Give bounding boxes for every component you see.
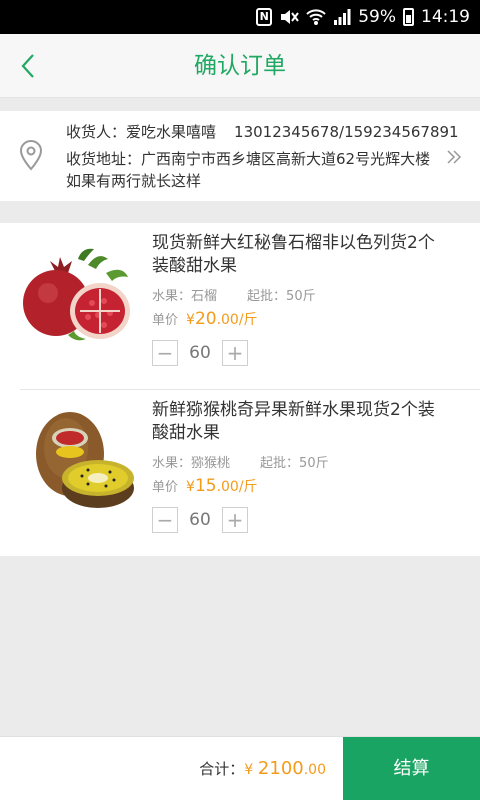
batch-label: 起批： — [260, 456, 300, 471]
pomegranate-image — [18, 245, 136, 345]
currency-symbol: ¥ — [186, 479, 195, 495]
unit-price: 单价 ¥15.00/斤 — [152, 476, 258, 496]
battery-icon — [403, 8, 414, 26]
quantity-stepper: − 60 + — [152, 507, 248, 533]
address-line: 收货地址：广西南宁市西乡塘区高新大道62号光辉大楼如果有两行就长这样 — [66, 148, 442, 192]
quantity-stepper: − 60 + — [152, 340, 248, 366]
header: 确认订单 — [0, 34, 480, 98]
price-label: 单价 — [152, 313, 179, 328]
address-label: 收货地址： — [66, 150, 142, 168]
receiver-phone: 13012345678/159234567891 — [234, 123, 459, 141]
price-decimal: .00 — [216, 479, 239, 495]
checkout-bar: 合计：¥ 2100.00 结算 — [0, 736, 480, 800]
signal-icon — [333, 8, 351, 26]
product-meta: 水果：石榴 起批：50斤 — [152, 285, 316, 304]
double-chevron-right-icon[interactable] — [446, 149, 462, 165]
unit-price: 单价 ¥20.00/斤 — [152, 309, 258, 329]
minus-icon[interactable]: − — [152, 507, 178, 533]
price-integer: 15 — [194, 476, 217, 496]
receiver-label: 收货人： — [66, 123, 127, 141]
battery-percent: 59% — [358, 7, 396, 27]
product-list: 现货新鲜大红秘鲁石榴非以色列货2个装酸甜水果 水果：石榴 起批：50斤 单价 ¥20… — [0, 223, 480, 556]
price-unit: /斤 — [238, 312, 258, 328]
product-item: 新鲜猕猴桃奇异果新鲜水果现货2个装酸甜水果 水果：猕猴桃 起批：50斤 单价 ¥15… — [0, 390, 480, 556]
product-item: 现货新鲜大红秘鲁石榴非以色列货2个装酸甜水果 水果：石榴 起批：50斤 单价 ¥20… — [0, 223, 480, 390]
quantity-value[interactable]: 60 — [178, 510, 222, 530]
wifi-icon — [306, 8, 326, 26]
category-label: 水果： — [152, 456, 192, 471]
plus-icon[interactable]: + — [222, 507, 248, 533]
kiwi-image — [18, 408, 136, 508]
mute-icon — [279, 8, 300, 26]
address-card[interactable]: 收货人：爱吃水果嘻嘻 13012345678/159234567891 收货地址：… — [0, 111, 480, 201]
quantity-value[interactable]: 60 — [178, 343, 222, 363]
price-integer: 20 — [194, 309, 217, 329]
price-unit: /斤 — [238, 479, 258, 495]
batch-label: 起批： — [247, 289, 287, 304]
product-meta: 水果：猕猴桃 起批：50斤 — [152, 452, 329, 471]
category-label: 水果： — [152, 289, 192, 304]
price-label: 单价 — [152, 480, 179, 495]
batch-value: 50斤 — [286, 289, 316, 304]
receiver-line: 收货人：爱吃水果嘻嘻 13012345678/159234567891 — [66, 121, 459, 142]
minus-icon[interactable]: − — [152, 340, 178, 366]
status-bar: N 59% 14:19 — [0, 0, 480, 34]
product-name: 现货新鲜大红秘鲁石榴非以色列货2个装酸甜水果 — [152, 233, 435, 276]
total-decimal: .00 — [303, 762, 326, 778]
location-pin-icon — [19, 139, 43, 171]
currency-symbol: ¥ — [186, 312, 195, 328]
nfc-icon: N — [256, 8, 273, 26]
total-currency: ¥ — [244, 762, 254, 778]
product-name: 新鲜猕猴桃奇异果新鲜水果现货2个装酸甜水果 — [152, 400, 435, 443]
clock: 14:19 — [421, 7, 470, 27]
category-value: 猕猴桃 — [191, 456, 231, 471]
order-total: 合计：¥ 2100.00 — [199, 737, 326, 800]
category-value: 石榴 — [191, 289, 218, 304]
receiver-name: 爱吃水果嘻嘻 — [126, 123, 217, 141]
total-integer: 2100 — [257, 758, 304, 779]
batch-value: 50斤 — [299, 456, 329, 471]
total-label: 合计： — [199, 760, 245, 778]
page-title: 确认订单 — [194, 53, 286, 79]
price-decimal: .00 — [216, 312, 239, 328]
plus-icon[interactable]: + — [222, 340, 248, 366]
checkout-button[interactable]: 结算 — [343, 737, 480, 800]
